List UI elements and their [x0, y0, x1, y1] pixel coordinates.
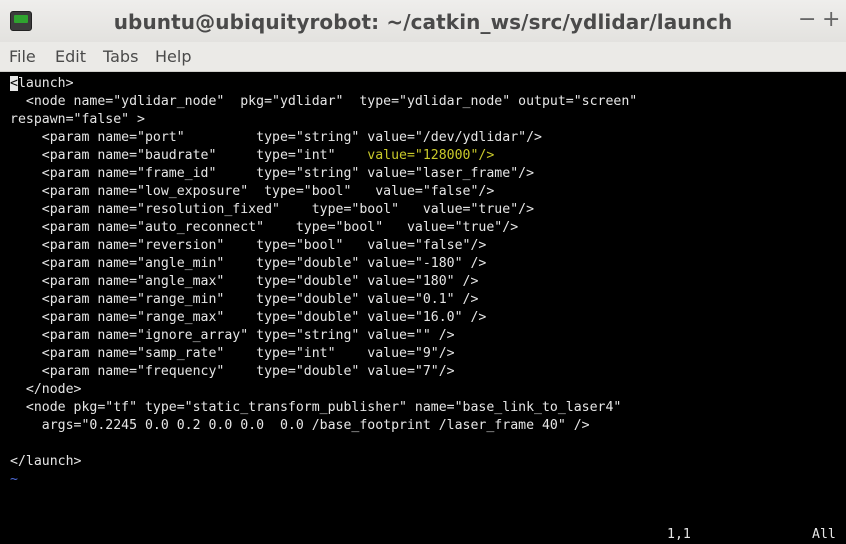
maximize-icon[interactable]: +	[822, 8, 840, 32]
empty-line-marker: ~	[10, 472, 18, 487]
terminal-area[interactable]: <launch> <node name="ydlidar_node" pkg="…	[0, 72, 846, 544]
code-line: <param name="range_max" type="double" va…	[10, 310, 487, 325]
text-cursor: <	[10, 76, 18, 91]
code-line: <param name="port" type="string" value="…	[10, 130, 542, 145]
code-line: <node name="ydlidar_node" pkg="ydlidar" …	[10, 94, 638, 109]
code-line: <param name="samp_rate" type="int" value…	[10, 346, 455, 361]
window-title: ubuntu@ubiquityrobot: ~/catkin_ws/src/yd…	[113, 10, 733, 34]
code-line: </node>	[10, 382, 82, 397]
menu-edit[interactable]: Edit	[55, 47, 86, 66]
code-line: <param name="reversion" type="bool" valu…	[10, 238, 487, 253]
code-line: <param name="range_min" type="double" va…	[10, 292, 479, 307]
code-line: args="0.2245 0.0 0.2 0.0 0.0 0.0 /base_f…	[10, 418, 590, 433]
code-line: <param name="auto_reconnect" type="bool"…	[10, 220, 519, 235]
code-line: <param name="frame_id" type="string" val…	[10, 166, 535, 181]
code-line: <param name="angle_min" type="double" va…	[10, 256, 487, 271]
highlighted-text: value="128000"/>	[367, 148, 495, 163]
code-line: <param name="low_exposure" type="bool" v…	[10, 184, 495, 199]
menu-tabs[interactable]: Tabs	[103, 47, 138, 66]
code-line: <param name="ignore_array" type="string"…	[10, 328, 455, 343]
code-line: <param name="angle_max" type="double" va…	[10, 274, 479, 289]
menu-bar: File Edit Tabs Help	[0, 42, 846, 72]
code-line: <launch>	[10, 76, 74, 91]
code-line: respawn="false" >	[10, 112, 145, 127]
scroll-indicator: All	[812, 527, 836, 542]
cursor-position: 1,1	[667, 527, 691, 542]
title-bar[interactable]: ubuntu@ubiquityrobot: ~/catkin_ws/src/yd…	[0, 0, 846, 42]
code-line: <param name="resolution_fixed" type="boo…	[10, 202, 535, 217]
code-line: </launch>	[10, 454, 82, 469]
code-line: <node pkg="tf" type="static_transform_pu…	[10, 400, 622, 415]
code-line: <param name="frequency" type="double" va…	[10, 364, 455, 379]
menu-file[interactable]: File	[9, 47, 36, 66]
menu-help[interactable]: Help	[155, 47, 191, 66]
code-line: <param name="baudrate" type="int" value=…	[10, 148, 495, 163]
minimize-icon[interactable]: −	[798, 8, 816, 32]
